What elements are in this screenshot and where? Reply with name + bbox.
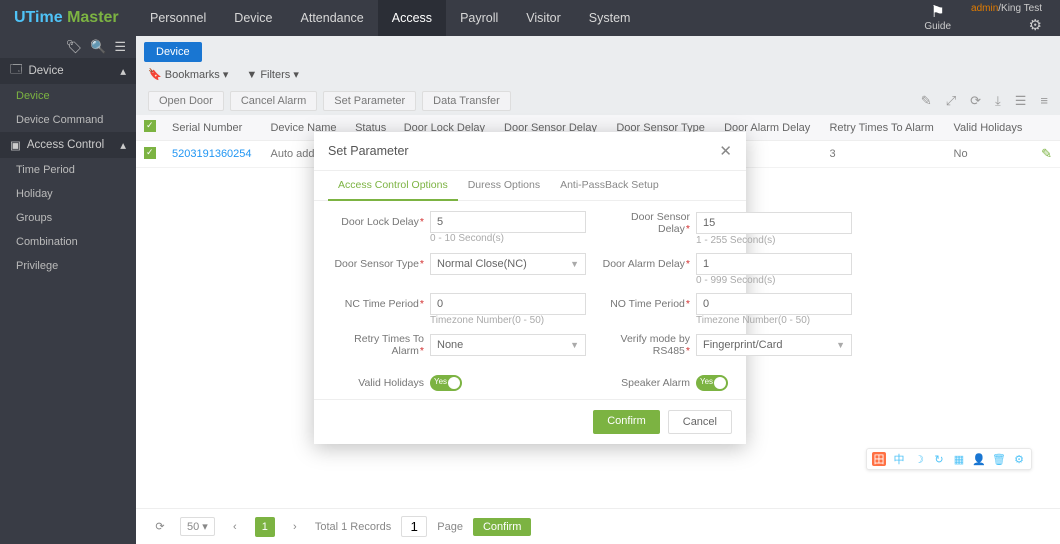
float-icon[interactable]: 🗑 xyxy=(992,452,1006,466)
tab-duress[interactable]: Duress Options xyxy=(458,171,550,200)
chevron-down-icon: ▼ xyxy=(570,340,579,350)
tab-access-control[interactable]: Access Control Options xyxy=(328,171,458,201)
valid-holidays-toggle[interactable]: Yes xyxy=(430,375,462,391)
modal-title: Set Parameter xyxy=(328,144,409,158)
cancel-button[interactable]: Cancel xyxy=(668,410,732,434)
verify-mode-select[interactable]: Fingerprint/Card▼ xyxy=(696,334,852,356)
set-parameter-modal: Set Parameter ✕ Access Control Options D… xyxy=(314,132,746,444)
float-icon[interactable]: ☽ xyxy=(912,452,926,466)
chevron-down-icon: ▼ xyxy=(836,340,845,350)
float-icon[interactable]: ⚙ xyxy=(1012,452,1026,466)
float-icon[interactable]: ▦ xyxy=(952,452,966,466)
float-icon[interactable]: 田 xyxy=(872,452,886,466)
door-sensor-delay-input[interactable] xyxy=(696,212,852,234)
nc-time-period-input[interactable] xyxy=(430,293,586,315)
confirm-button[interactable]: Confirm xyxy=(593,410,660,434)
speaker-alarm-toggle[interactable]: Yes xyxy=(696,375,728,391)
close-icon[interactable]: ✕ xyxy=(719,142,732,160)
float-toolbar: 田 中 ☽ ↻ ▦ 👤 🗑 ⚙ xyxy=(866,448,1032,470)
door-lock-delay-input[interactable] xyxy=(430,211,586,233)
retry-times-select[interactable]: None▼ xyxy=(430,334,586,356)
float-icon[interactable]: ↻ xyxy=(932,452,946,466)
float-icon[interactable]: 中 xyxy=(892,452,906,466)
no-time-period-input[interactable] xyxy=(696,293,852,315)
float-icon[interactable]: 👤 xyxy=(972,452,986,466)
chevron-down-icon: ▼ xyxy=(570,259,579,269)
door-alarm-delay-input[interactable] xyxy=(696,253,852,275)
door-sensor-type-select[interactable]: Normal Close(NC)▼ xyxy=(430,253,586,275)
tab-anti-passback[interactable]: Anti-PassBack Setup xyxy=(550,171,669,200)
